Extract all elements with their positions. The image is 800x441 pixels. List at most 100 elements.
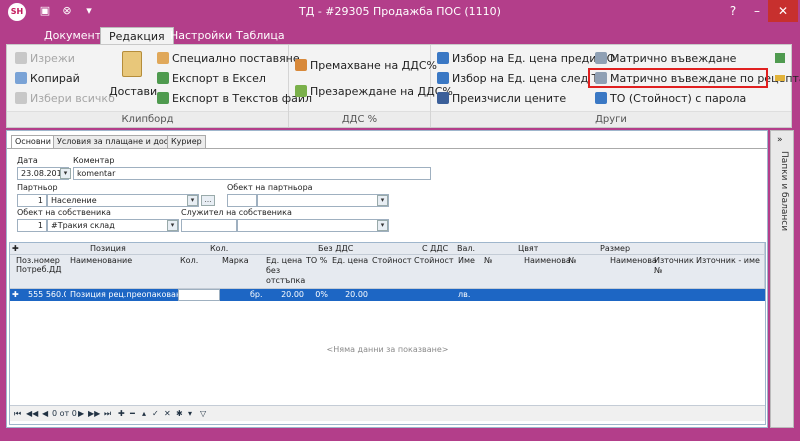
col-value-vat[interactable]: Стойност <box>414 256 454 266</box>
own-object-label: Обект на собственика <box>17 208 111 217</box>
col-qty[interactable]: Кол. <box>180 256 198 266</box>
side-panel-expand-icon[interactable]: » <box>777 135 783 145</box>
nav-prev-icon[interactable]: ◀ <box>42 408 48 420</box>
col-source-name[interactable]: Източник - име <box>696 256 760 266</box>
cut-button[interactable]: Изрежи <box>15 50 75 68</box>
select-all-icon <box>15 92 27 104</box>
nav-filter-icon[interactable]: ▽ <box>200 408 206 420</box>
matrix-input-button[interactable]: Матрично въвеждане <box>595 50 736 68</box>
export-excel-button[interactable]: Експорт в Ексел <box>157 70 266 88</box>
col-consumer-dd[interactable]: Потреб.ДД <box>16 265 62 275</box>
clipboard-group-title: Клипборд <box>7 111 288 127</box>
nav-bookmark-icon[interactable]: ✱ <box>176 408 183 420</box>
price-after-to-button[interactable]: Избор на Ед. цена след ТО <box>437 70 607 88</box>
price-before-to-button[interactable]: Избор на Ед. цена преди ТО <box>437 50 615 68</box>
partner-object-code-field[interactable] <box>227 194 257 207</box>
cell-unit-price[interactable]: 20.00 <box>332 289 368 301</box>
partner-object-name-field[interactable] <box>257 194 389 207</box>
cell-qty-editor[interactable] <box>178 289 220 301</box>
remove-vat-button[interactable]: Премахване на ДДС% <box>295 57 437 75</box>
employee-name-field[interactable] <box>237 219 389 232</box>
col-source-no[interactable]: Източник № <box>654 256 694 276</box>
excel-small-icon[interactable] <box>775 53 785 63</box>
matrix-icon <box>595 52 607 64</box>
scissors-icon <box>15 52 27 64</box>
nav-remove-icon[interactable]: ━ <box>130 408 135 420</box>
group-no-vat: Без ДДС <box>318 244 354 253</box>
col-unit-price[interactable]: Ед. цена <box>332 256 368 266</box>
copy-button[interactable]: Копирай <box>15 70 80 88</box>
minimize-icon[interactable]: – <box>744 0 770 22</box>
employee-code-field[interactable] <box>181 219 237 232</box>
to-password-button[interactable]: ТО (Стойност) с парола <box>595 90 746 108</box>
nav-prev-page-icon[interactable]: ◀◀ <box>26 408 38 420</box>
clipboard-icon <box>122 51 142 77</box>
cell-unit[interactable]: бр. <box>250 289 263 301</box>
col-color-name[interactable]: Наименование <box>524 256 570 266</box>
cell-pos[interactable]: 555 560.00 <box>28 289 66 301</box>
form-tab-courier[interactable]: Куриер <box>167 135 206 148</box>
col-size-name[interactable]: Наименование <box>610 256 656 266</box>
nav-last-icon[interactable]: ⏭ <box>104 408 111 420</box>
nav-first-icon[interactable]: ⏮ <box>14 408 21 420</box>
vat-group: Премахване на ДДС% Презареждане на ДДС% … <box>289 45 453 127</box>
cell-unit-price-before[interactable]: 20.00 <box>266 289 304 301</box>
recalc-prices-button[interactable]: Преизчисли цените <box>437 90 566 108</box>
group-currency: Вал. <box>457 244 476 253</box>
grid-expand-icon[interactable]: ✚ <box>12 244 19 254</box>
cell-name[interactable]: Позиция рец.преопаковане <box>70 289 178 301</box>
nav-goto-icon[interactable]: ▾ <box>188 408 192 420</box>
nav-next-icon[interactable]: ▶ <box>78 408 84 420</box>
col-brand[interactable]: Марка <box>222 256 249 266</box>
paste-button[interactable]: Достави <box>109 51 157 101</box>
nav-next-page-icon[interactable]: ▶▶ <box>88 408 100 420</box>
col-name[interactable]: Наименование <box>70 256 132 266</box>
col-size-no[interactable]: № <box>568 256 576 266</box>
nav-confirm-icon[interactable]: ✓ <box>152 408 159 420</box>
form-tab-main[interactable]: Основни <box>11 135 55 148</box>
grid-navigator: ⏮ ◀◀ ◀ 0 от 0 ▶ ▶▶ ⏭ ✚ ━ ▴ ✓ ✕ ✱ ▾ ▽ <box>10 405 765 421</box>
employee-dropdown-icon[interactable]: ▾ <box>377 220 388 231</box>
nav-record-text: 0 от 0 <box>52 409 77 418</box>
excel-icon <box>157 72 169 84</box>
partner-browse-icon[interactable]: … <box>201 195 215 206</box>
group-size: Размер <box>600 244 631 253</box>
table-row[interactable]: ✚ 555 560.00 Позиция рец.преопаковане бр… <box>10 289 765 301</box>
own-object-name-field[interactable]: #Тракия склад <box>47 219 179 232</box>
other-group-title: Други <box>431 111 791 127</box>
partner-code-field[interactable]: 1 <box>17 194 47 207</box>
reload-vat-button[interactable]: Презареждане на ДДС% <box>295 83 453 101</box>
side-panel[interactable]: » Папки и баланси <box>770 130 794 428</box>
own-object-dropdown-icon[interactable]: ▾ <box>167 220 178 231</box>
nav-edit-icon[interactable]: ▴ <box>142 408 146 420</box>
col-value[interactable]: Стойност <box>372 256 412 266</box>
col-color-no[interactable]: № <box>484 256 492 266</box>
own-object-code-field[interactable]: 1 <box>17 219 47 232</box>
employee-label: Служител на собственика <box>181 208 292 217</box>
yellow-bar-icon[interactable] <box>775 75 785 81</box>
date-dropdown-icon[interactable]: ▾ <box>60 168 71 179</box>
col-currency-name[interactable]: Име <box>458 256 475 266</box>
comment-field[interactable]: komentar <box>73 167 431 180</box>
partner-object-dropdown-icon[interactable]: ▾ <box>377 195 388 206</box>
window-close-icon[interactable]: ✕ <box>768 0 798 22</box>
cell-to-pct[interactable]: 0% <box>308 289 328 301</box>
items-grid: ✚ Позиция Кол. Без ДДС С ДДС Вал. Цвят Р… <box>9 242 766 425</box>
nav-add-icon[interactable]: ✚ <box>118 408 125 420</box>
empty-message: <Няма данни за показване> <box>326 345 449 354</box>
partner-name-field[interactable]: Население <box>47 194 199 207</box>
help-icon[interactable]: ? <box>720 0 746 22</box>
price-before-icon <box>437 52 449 64</box>
tab-table[interactable]: Таблица <box>228 27 293 44</box>
col-unit-price-before[interactable]: Ед. цена без отстъпка <box>266 256 306 286</box>
col-to-pct[interactable]: ТО % <box>306 256 327 266</box>
select-all-button[interactable]: Избери всичко <box>15 90 115 108</box>
tab-document[interactable]: Документ <box>36 27 109 44</box>
remove-vat-icon <box>295 59 307 71</box>
cell-currency[interactable]: лв. <box>458 289 470 301</box>
date-label: Дата <box>17 156 38 165</box>
partner-dropdown-icon[interactable]: ▾ <box>187 195 198 206</box>
paste-special-button[interactable]: Специално поставяне <box>157 50 300 68</box>
side-panel-label[interactable]: Папки и баланси <box>775 151 789 351</box>
nav-cancel-icon[interactable]: ✕ <box>164 408 171 420</box>
